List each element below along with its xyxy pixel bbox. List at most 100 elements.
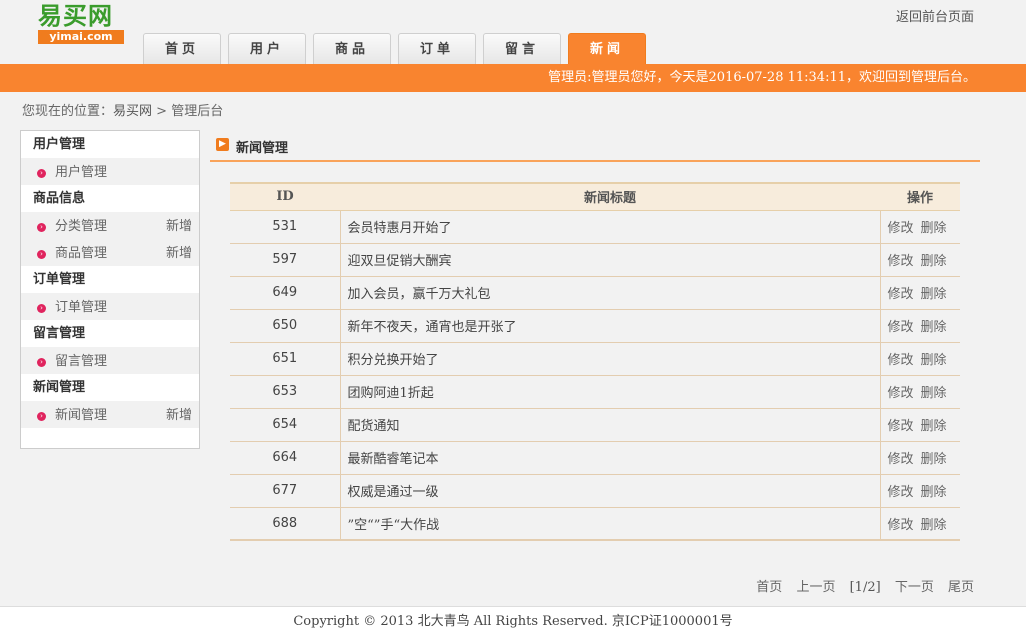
sidebar-add-link[interactable]: 新增	[166, 401, 192, 430]
breadcrumb-prefix: 您现在的位置：	[22, 104, 114, 119]
column-header-title: 新闻标题	[340, 182, 880, 211]
news-title-cell: ”空“”手“大作战	[340, 507, 881, 541]
table-row: 688 ”空“”手“大作战 修改 删除	[230, 507, 960, 541]
table-row: 651 积分兑换开始了 修改 删除	[230, 342, 960, 376]
news-actions-cell: 修改 删除	[880, 243, 960, 277]
edit-link[interactable]: 修改	[888, 452, 914, 467]
sidebar: 用户管理 › 用户管理 商品信息 › 分类管理 新增 › 商品管理 新增 订单管理 › 订单管理 留言管理…	[20, 130, 200, 449]
breadcrumb-separator: >	[156, 104, 168, 119]
delete-link[interactable]: 删除	[921, 320, 947, 335]
edit-link[interactable]: 修改	[888, 419, 914, 434]
news-id-cell: 649	[230, 276, 341, 310]
bullet-arrow-icon: ›	[37, 169, 46, 178]
sidebar-item-label[interactable]: 留言管理	[55, 354, 107, 369]
news-actions-cell: 修改 删除	[880, 276, 960, 310]
edit-link[interactable]: 修改	[888, 353, 914, 368]
nav-tab[interactable]: 用户	[228, 33, 306, 64]
pager-first-link[interactable]: 首页	[756, 580, 782, 595]
news-id-cell: 653	[230, 375, 341, 409]
breadcrumb-home-link[interactable]: 易买网	[113, 104, 152, 119]
delete-link[interactable]: 删除	[921, 221, 947, 236]
delete-link[interactable]: 删除	[921, 452, 947, 467]
nav-tab[interactable]: 商品	[313, 33, 391, 64]
table-row: 649 加入会员，赢千万大礼包 修改 删除	[230, 276, 960, 310]
news-id-cell: 677	[230, 474, 341, 508]
edit-link[interactable]: 修改	[888, 221, 914, 236]
sidebar-item[interactable]: › 用户管理	[21, 158, 199, 185]
delete-link[interactable]: 删除	[921, 353, 947, 368]
nav-tab[interactable]: 留言	[483, 33, 561, 64]
pager-next-link[interactable]: 下一页	[895, 580, 934, 595]
sidebar-item-label[interactable]: 新闻管理	[55, 408, 107, 423]
edit-link[interactable]: 修改	[888, 518, 914, 533]
delete-link[interactable]: 删除	[921, 287, 947, 302]
sidebar-add-link[interactable]: 新增	[166, 212, 192, 241]
news-title-cell: 会员特惠月开始了	[340, 210, 881, 244]
back-to-frontend-link[interactable]: 返回前台页面	[896, 6, 974, 25]
edit-link[interactable]: 修改	[888, 485, 914, 500]
sidebar-item-label[interactable]: 用户管理	[55, 165, 107, 180]
delete-link[interactable]: 删除	[921, 485, 947, 500]
edit-link[interactable]: 修改	[888, 320, 914, 335]
logo-sub-text: yimai.com	[38, 30, 124, 44]
news-table: ID 新闻标题 操作 531 会员特惠月开始了 修改 删除 597 迎双旦促销大酬宾 修改删…	[230, 182, 960, 541]
site-logo[interactable]: 易买网 yimai.com	[38, 2, 124, 44]
delete-link[interactable]: 删除	[921, 386, 947, 401]
news-id-cell: 597	[230, 243, 341, 277]
breadcrumb: 您现在的位置：易买网 > 管理后台	[22, 100, 223, 119]
edit-link[interactable]: 修改	[888, 254, 914, 269]
sidebar-group-title: 用户管理	[21, 131, 199, 158]
logo-main-text: 易买网	[38, 2, 113, 30]
edit-link[interactable]: 修改	[888, 287, 914, 302]
bullet-arrow-icon: ›	[37, 223, 46, 232]
news-title-cell: 最新酷睿笔记本	[340, 441, 881, 475]
news-id-cell: 531	[230, 210, 341, 244]
nav-tab[interactable]: 新闻	[568, 33, 646, 64]
sidebar-group-title: 商品信息	[21, 185, 199, 212]
news-title-cell: 配货通知	[340, 408, 881, 442]
news-actions-cell: 修改 删除	[880, 474, 960, 508]
news-title-cell: 团购阿迪1折起	[340, 375, 881, 409]
sidebar-item[interactable]: › 新闻管理 新增	[21, 401, 199, 428]
sidebar-item-label[interactable]: 商品管理	[55, 246, 107, 261]
header: 易买网 yimai.com 返回前台页面 首页 用户 商品 订单 留言 新闻	[0, 0, 1026, 64]
news-id-cell: 664	[230, 441, 341, 475]
news-actions-cell: 修改 删除	[880, 210, 960, 244]
sidebar-item[interactable]: › 订单管理	[21, 293, 199, 320]
breadcrumb-current: 管理后台	[171, 104, 224, 119]
delete-link[interactable]: 删除	[921, 518, 947, 533]
news-actions-cell: 修改 删除	[880, 342, 960, 376]
edit-link[interactable]: 修改	[888, 386, 914, 401]
delete-link[interactable]: 删除	[921, 419, 947, 434]
news-title-cell: 新年不夜天，通宵也是开张了	[340, 309, 881, 343]
pagination: 首页 上一页 [1/2] 下一页 尾页	[746, 576, 974, 595]
news-id-cell: 654	[230, 408, 341, 442]
footer-copyright: Copyright © 2013 北大青鸟 All Rights Reserve…	[293, 614, 733, 629]
table-row: 653 团购阿迪1折起 修改 删除	[230, 375, 960, 409]
bullet-arrow-icon: ›	[37, 304, 46, 313]
table-header-row: ID 新闻标题 操作	[230, 182, 960, 211]
table-row: 597 迎双旦促销大酬宾 修改 删除	[230, 243, 960, 277]
bullet-arrow-icon: ›	[37, 358, 46, 367]
news-actions-cell: 修改 删除	[880, 375, 960, 409]
sidebar-item[interactable]: › 分类管理 新增	[21, 212, 199, 239]
nav-tab[interactable]: 订单	[398, 33, 476, 64]
news-title-cell: 加入会员，赢千万大礼包	[340, 276, 881, 310]
nav-tab[interactable]: 首页	[143, 33, 221, 64]
news-actions-cell: 修改 删除	[880, 507, 960, 541]
sidebar-item[interactable]: › 留言管理	[21, 347, 199, 374]
news-id-cell: 651	[230, 342, 341, 376]
pager-prev-link[interactable]: 上一页	[796, 580, 835, 595]
delete-link[interactable]: 删除	[921, 254, 947, 269]
sidebar-item-label[interactable]: 分类管理	[55, 219, 107, 234]
bullet-arrow-icon: ›	[37, 412, 46, 421]
sidebar-item[interactable]: › 商品管理 新增	[21, 239, 199, 266]
pager-last-link[interactable]: 尾页	[948, 580, 974, 595]
sidebar-add-link[interactable]: 新增	[166, 239, 192, 268]
bullet-arrow-icon: ›	[37, 250, 46, 259]
main-nav: 首页 用户 商品 订单 留言 新闻	[143, 33, 653, 64]
pager-status: [1/2]	[849, 580, 881, 595]
footer: Copyright © 2013 北大青鸟 All Rights Reserve…	[0, 606, 1026, 635]
sidebar-item-label[interactable]: 订单管理	[55, 300, 107, 315]
sidebar-group-title: 新闻管理	[21, 374, 199, 401]
